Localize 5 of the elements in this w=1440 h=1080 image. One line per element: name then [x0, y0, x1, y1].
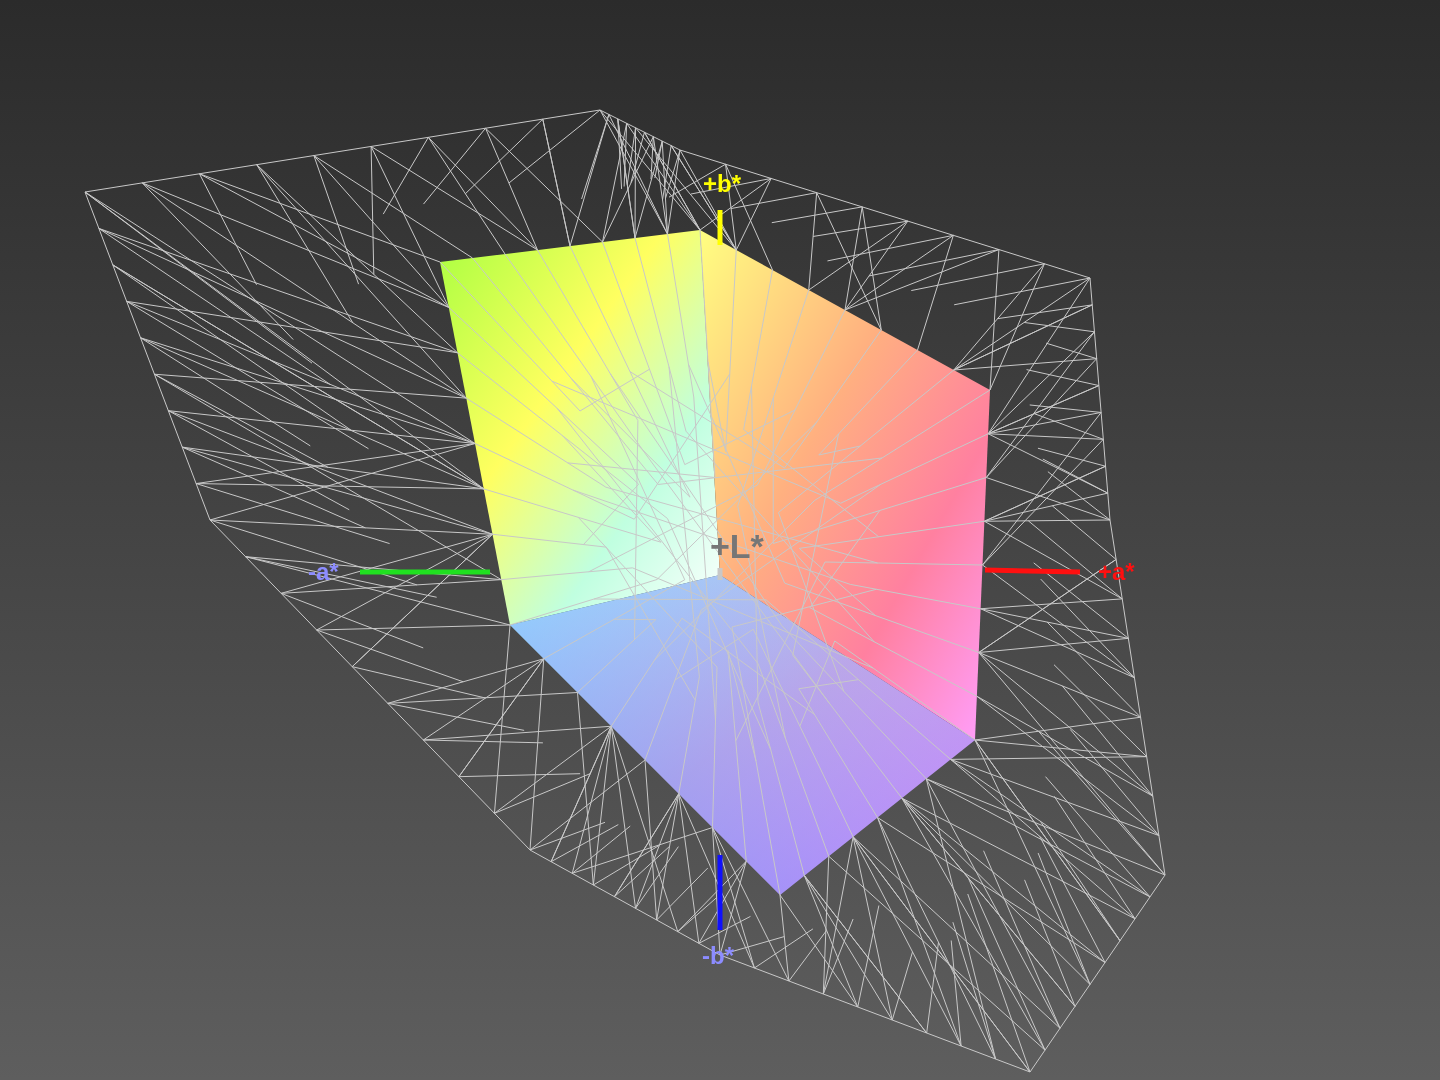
axis-label: -b* [702, 942, 734, 969]
axis-line [717, 210, 723, 245]
axis-label: -a* [308, 558, 339, 585]
axis-line [717, 568, 723, 580]
axis-label: +a* [1098, 558, 1135, 585]
